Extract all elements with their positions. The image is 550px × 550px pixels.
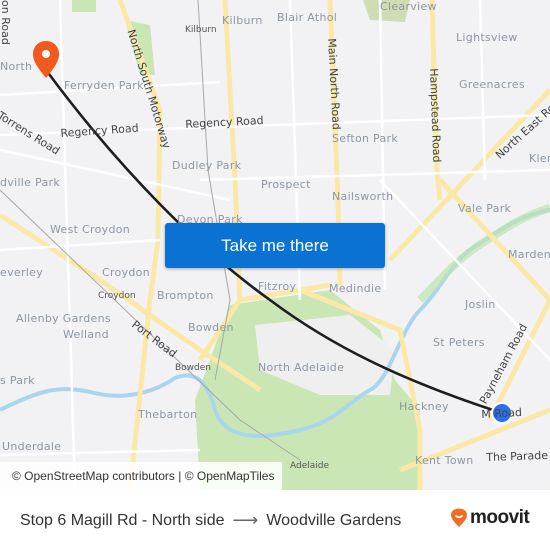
destination-pin-icon bbox=[33, 41, 59, 78]
destination-name: Woodville Gardens bbox=[266, 511, 402, 529]
moovit-pin-icon bbox=[451, 508, 467, 527]
station-label: Adelaide bbox=[290, 461, 330, 471]
road-label: M Road bbox=[481, 405, 523, 421]
suburb-label: St Peters bbox=[433, 336, 485, 349]
suburb-label: Underdale bbox=[2, 440, 62, 453]
suburb-label: Medindie bbox=[329, 282, 382, 295]
suburb-label: Prospect bbox=[261, 178, 311, 191]
suburb-label: Ferryden Park bbox=[64, 79, 144, 92]
origin-name: Stop 6 Magill Rd - North side bbox=[20, 511, 225, 529]
suburb-label: Brompton bbox=[157, 289, 214, 302]
suburb-label: North Adelaide bbox=[258, 361, 345, 374]
map-canvas[interactable]: Kilburn Blair Athol Clearview Lightsview Nor… bbox=[0, 0, 550, 490]
suburb-label: Sefton Park bbox=[332, 132, 399, 145]
suburb-label: Welland bbox=[63, 328, 109, 341]
suburb-label: Allenby Gardens bbox=[16, 312, 111, 325]
suburb-label: Dudley Park bbox=[172, 159, 242, 172]
suburb-label: Lightsview bbox=[456, 31, 518, 44]
suburb-label: everley bbox=[0, 266, 44, 279]
suburb-label: Clearview bbox=[380, 0, 437, 13]
suburb-label: Thebarton bbox=[138, 408, 198, 421]
road-label: The Parade bbox=[486, 448, 549, 464]
map-attribution[interactable]: © OpenStreetMap contributors | © OpenMap… bbox=[0, 462, 283, 490]
suburb-label: Hackney bbox=[399, 400, 449, 413]
station-label: Bowden bbox=[175, 363, 211, 373]
take-me-there-button[interactable]: Take me there bbox=[165, 223, 385, 268]
moovit-wordmark: moovit bbox=[470, 507, 530, 528]
suburb-label: Bowden bbox=[188, 321, 234, 334]
suburb-label: Marden bbox=[508, 248, 550, 261]
arrow-right-icon: ⟶ bbox=[232, 510, 259, 530]
suburb-label: s Park bbox=[0, 374, 35, 387]
suburb-label: North bbox=[0, 60, 33, 73]
suburb-label: Fitzroy bbox=[258, 280, 297, 293]
suburb-label: Vale Park bbox=[458, 202, 512, 215]
route-title: Stop 6 Magill Rd - North side ⟶ Woodvill… bbox=[20, 510, 401, 531]
suburb-label: Nailsworth bbox=[332, 190, 394, 203]
station-label: Croydon bbox=[98, 291, 136, 301]
station-label: Kilburn bbox=[185, 25, 217, 35]
suburb-label: Kilburn bbox=[222, 14, 263, 27]
suburb-label: Kent Town bbox=[415, 454, 474, 467]
suburb-label: West Croydon bbox=[50, 223, 131, 236]
suburb-label: dville Park bbox=[0, 176, 60, 189]
road-label: on Road bbox=[0, 0, 12, 45]
suburb-label: Joslin bbox=[465, 298, 496, 311]
suburb-label: Croydon bbox=[102, 266, 150, 279]
suburb-label: Greenacres bbox=[459, 78, 525, 91]
moovit-logo[interactable]: moovit bbox=[450, 507, 530, 529]
suburb-label: Blair Athol bbox=[277, 11, 338, 24]
suburb-label: Klem bbox=[529, 152, 550, 165]
park-top-left bbox=[72, 0, 96, 12]
